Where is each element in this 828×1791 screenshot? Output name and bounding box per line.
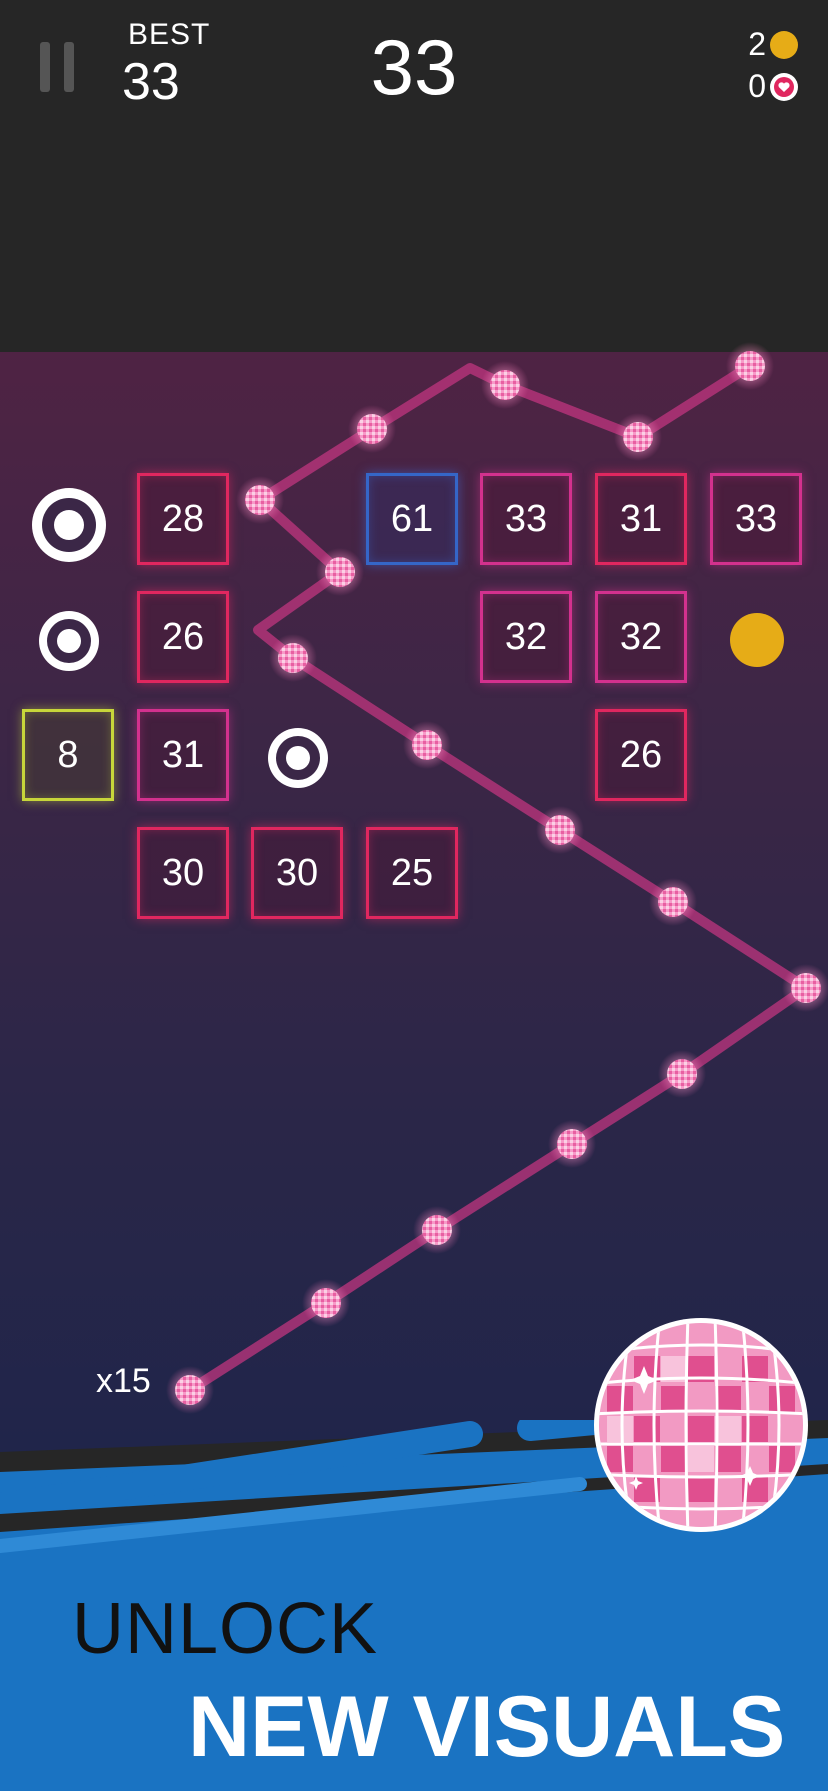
extra-ball-ring-icon xyxy=(268,728,328,788)
brick-block: 25 xyxy=(366,827,458,919)
brick-block: 8 xyxy=(22,709,114,801)
brick-block: 26 xyxy=(137,591,229,683)
coin-counter: 2 xyxy=(748,26,798,63)
coin-pickup-icon xyxy=(730,613,784,667)
extra-ball-ring-icon xyxy=(32,488,106,562)
extra-ball-ring-icon xyxy=(39,611,99,671)
brick-block: 33 xyxy=(710,473,802,565)
brick-block: 32 xyxy=(480,591,572,683)
brick-block: 33 xyxy=(480,473,572,565)
brick-block: 30 xyxy=(137,827,229,919)
playfield[interactable]: 28 61 33 31 33 26 32 32 8 31 26 30 30 25 xyxy=(0,352,828,1452)
coin-count: 2 xyxy=(748,26,766,62)
brick-block: 31 xyxy=(595,473,687,565)
heart-counter: 0 xyxy=(748,68,798,105)
promo-line-1: UNLOCK xyxy=(72,1589,379,1669)
coin-icon xyxy=(770,30,798,59)
brick-block: 28 xyxy=(137,473,229,565)
brick-block: 32 xyxy=(595,591,687,683)
ball-count-label: x15 xyxy=(96,1362,151,1400)
current-score: 33 xyxy=(370,23,458,111)
top-bar: BEST 33 33 2 0 xyxy=(0,0,828,352)
brick-block: 31 xyxy=(137,709,229,801)
brick-block: 26 xyxy=(595,709,687,801)
heart-icon xyxy=(770,72,798,101)
disco-ball-icon xyxy=(594,1318,808,1532)
brick-block: 30 xyxy=(251,827,343,919)
promo-line-2: NEW VISUALS xyxy=(188,1679,786,1775)
heart-count: 0 xyxy=(748,68,766,104)
brick-block: 61 xyxy=(366,473,458,565)
